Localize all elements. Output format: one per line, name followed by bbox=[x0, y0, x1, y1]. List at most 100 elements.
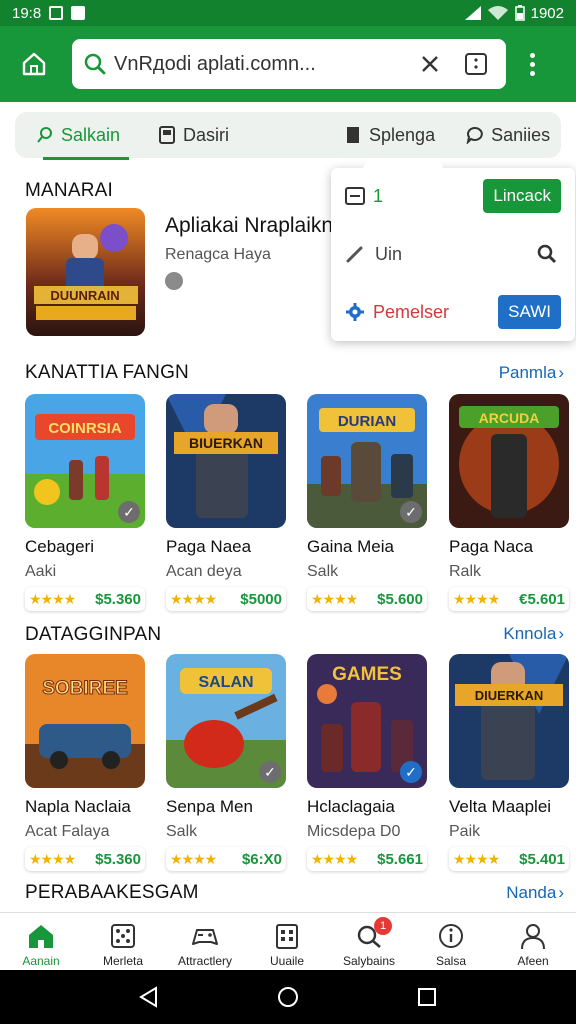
game-developer: Acan deya bbox=[166, 563, 242, 580]
game-card[interactable]: COINRSIA ✓ Cebageri Aaki ★★★★ $5.360 bbox=[25, 394, 149, 611]
rating-price-bar: ★★★★ $5000 bbox=[166, 587, 286, 611]
game-developer: Salk bbox=[166, 823, 198, 840]
game-thumbnail: SOBIREE bbox=[25, 654, 145, 788]
search-icon bbox=[37, 127, 52, 143]
game-art: ARCUDA bbox=[449, 394, 569, 528]
dot bbox=[529, 70, 535, 76]
rating-price-bar: ★★★★ $5.401 bbox=[449, 847, 569, 871]
game-art: BIUERKAN bbox=[166, 394, 286, 528]
sawi-button[interactable]: SAWI bbox=[498, 295, 561, 329]
search-input[interactable] bbox=[114, 52, 412, 76]
section-3-link[interactable]: Knnola › bbox=[503, 624, 564, 644]
installed-check-icon: ✓ bbox=[259, 761, 281, 783]
tabs-button[interactable] bbox=[458, 46, 494, 82]
nav-salsa[interactable]: Salsa bbox=[410, 913, 492, 971]
game-card[interactable]: ARCUDA Paga Naca Ralk ★★★★ €5.601 bbox=[449, 394, 573, 611]
game-name: Senpa Men bbox=[166, 797, 253, 816]
menu-row-1[interactable]: 1 Lincack bbox=[331, 172, 575, 220]
art-title: GAMES bbox=[332, 664, 402, 685]
overflow-menu-button[interactable] bbox=[518, 44, 546, 84]
notification-icon bbox=[71, 6, 86, 20]
tab-saniies[interactable]: Saniies bbox=[457, 112, 558, 158]
search-icon[interactable] bbox=[537, 244, 557, 264]
tab-switcher-icon bbox=[465, 53, 487, 75]
game-card[interactable]: SALAN ✓ Senpa Men Salk ★★★★ $6:X0 bbox=[166, 654, 290, 871]
game-card[interactable]: SOBIREE Napla Naclaia Acat Falaya ★★★★ $… bbox=[25, 654, 149, 871]
tab-salkain[interactable]: Salkain bbox=[29, 112, 129, 160]
globe-icon bbox=[165, 272, 183, 290]
menu-row-1-value: 1 bbox=[373, 185, 384, 206]
star-rating: ★★★★ bbox=[29, 850, 76, 867]
section-4-link[interactable]: Nanda › bbox=[506, 883, 564, 903]
game-name: Paga Naca bbox=[449, 537, 534, 556]
featured-app-image[interactable]: DUUNRAIN bbox=[26, 208, 145, 336]
lincack-button[interactable]: Lincack bbox=[483, 179, 561, 213]
tab-splenga[interactable]: Splenga bbox=[337, 112, 443, 158]
featured-app-name[interactable]: Apliakai Nraplaikn bbox=[165, 214, 335, 238]
game-thumbnail: BIUERKAN bbox=[166, 394, 286, 528]
chevron-right-icon: › bbox=[558, 624, 564, 643]
profile-icon bbox=[521, 924, 545, 950]
game-thumbnail: GAMES ✓ bbox=[307, 654, 427, 788]
game-card[interactable]: GAMES ✓ Hclaclagaia Micsdepa D0 ★★★★ $5.… bbox=[307, 654, 431, 871]
close-icon bbox=[422, 56, 438, 72]
game-card[interactable]: DIUERKAN Velta Maaplei Paik ★★★★ $5.401 bbox=[449, 654, 573, 871]
nav-label: Aanain bbox=[22, 954, 60, 968]
menu-row-3[interactable]: Pemelser SAWI bbox=[331, 288, 575, 336]
game-card[interactable]: DURIAN ✓ Gaina Meia Salk ★★★★ $5.600 bbox=[307, 394, 431, 611]
popup-notch bbox=[363, 158, 443, 172]
game-developer: Ralk bbox=[449, 563, 482, 580]
installed-check-icon: ✓ bbox=[118, 501, 140, 523]
home-button[interactable] bbox=[12, 42, 56, 86]
back-icon[interactable] bbox=[138, 986, 160, 1008]
art-title: SALAN bbox=[198, 674, 253, 691]
clear-button[interactable] bbox=[412, 46, 448, 82]
gear-icon bbox=[346, 303, 364, 321]
rating-price-bar: ★★★★ €5.601 bbox=[449, 587, 569, 611]
game-name: Paga Naea bbox=[166, 537, 252, 556]
dropdown-menu: 1 Lincack Uin Pemelser SAWI bbox=[331, 158, 575, 341]
installed-check-icon: ✓ bbox=[400, 761, 422, 783]
home-circle-icon[interactable] bbox=[277, 986, 299, 1008]
game-name: Gaina Meia bbox=[307, 537, 394, 556]
tablet-icon bbox=[159, 126, 175, 144]
tab-dasiri[interactable]: Dasiri bbox=[151, 112, 237, 158]
game-price: $5000 bbox=[240, 590, 282, 608]
tab-label: Saniies bbox=[491, 124, 551, 145]
home-icon bbox=[29, 925, 53, 948]
home-icon bbox=[22, 52, 46, 76]
rating-price-bar: ★★★★ $5.360 bbox=[25, 847, 145, 871]
dot bbox=[529, 52, 535, 58]
nav-attractlery[interactable]: Attractlery bbox=[164, 913, 246, 971]
section-title-2: KANATTIA FANGN bbox=[25, 362, 189, 383]
section-link-label: Panmla bbox=[498, 363, 557, 382]
nav-merleta[interactable]: Merleta bbox=[82, 913, 164, 971]
pencil-icon bbox=[346, 246, 363, 263]
star-rating: ★★★★ bbox=[29, 590, 76, 607]
game-price: $5.661 bbox=[377, 850, 423, 868]
url-search-bar[interactable] bbox=[72, 39, 506, 89]
nav-afeen[interactable]: Afeen bbox=[492, 913, 574, 971]
section-title-4: PERABAAKESGAM bbox=[25, 882, 199, 903]
art-title: DURIAN bbox=[338, 413, 396, 430]
recents-icon[interactable] bbox=[416, 986, 438, 1008]
game-name: Cebageri bbox=[25, 537, 94, 556]
chat-icon bbox=[466, 126, 483, 144]
battery-icon bbox=[514, 5, 525, 21]
rating-price-bar: ★★★★ $5.600 bbox=[307, 587, 427, 611]
game-thumbnail: DIUERKAN bbox=[449, 654, 569, 788]
game-price: $5.401 bbox=[519, 850, 565, 868]
screenshot-icon bbox=[49, 6, 64, 20]
signal-icon bbox=[464, 6, 481, 20]
section-2-link[interactable]: Panmla › bbox=[499, 363, 564, 383]
nav-salybains[interactable]: 1 Salybains bbox=[328, 913, 410, 971]
nav-uuaile[interactable]: Uuaile bbox=[246, 913, 328, 971]
minus-box-icon bbox=[345, 187, 365, 205]
nav-home[interactable]: Aanain bbox=[0, 913, 82, 971]
game-card[interactable]: BIUERKAN Paga Naea Acan deya ★★★★ $5000 bbox=[166, 394, 290, 611]
star-rating: ★★★★ bbox=[311, 590, 358, 607]
bottom-navigation: Aanain Merleta Attractlery Uuaile 1 Saly… bbox=[0, 912, 576, 970]
status-right-text: 1902 bbox=[530, 4, 564, 22]
tab-label: Splenga bbox=[369, 124, 436, 145]
menu-row-2[interactable]: Uin bbox=[331, 230, 575, 278]
